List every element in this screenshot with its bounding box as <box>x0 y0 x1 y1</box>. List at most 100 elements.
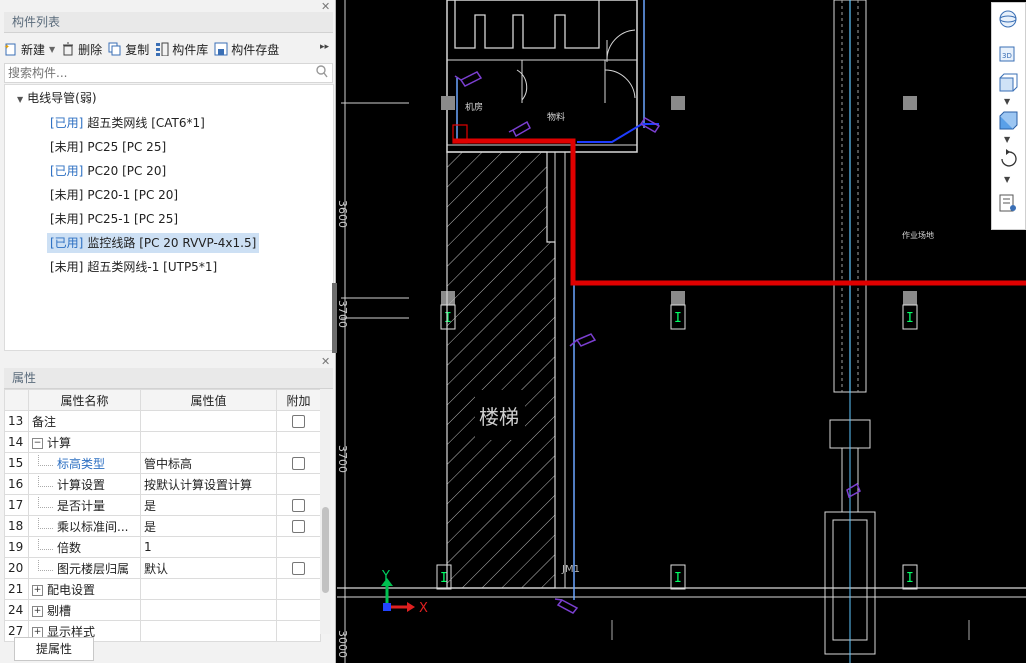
property-row[interactable]: 19 倍数 1 <box>4 536 321 558</box>
chevron-down-icon[interactable]: ▼ <box>49 45 55 54</box>
property-extra-cell <box>276 431 321 453</box>
property-value[interactable]: 默认 <box>140 557 277 579</box>
dim-label-4: 3700 <box>337 445 349 473</box>
property-row[interactable]: 15 标高类型 管中标高 <box>4 452 321 474</box>
property-value[interactable]: 是 <box>140 494 277 516</box>
component-name: 超五类网线 [CAT6*1] <box>87 116 205 130</box>
search-icon[interactable] <box>316 65 328 81</box>
property-name: 计算 <box>47 435 72 450</box>
property-row[interactable]: 16 计算设置 按默认计算设置计算 <box>4 473 321 495</box>
header-name: 属性名称 <box>28 389 141 411</box>
svg-text:✦: ✦ <box>4 43 10 51</box>
row-number: 20 <box>4 557 29 579</box>
orbit-icon[interactable] <box>998 9 1018 29</box>
extra-checkbox[interactable] <box>292 499 305 512</box>
header-num <box>4 389 29 411</box>
component-tree-item[interactable]: [已用] 超五类网线 [CAT6*1] <box>47 113 208 133</box>
component-tree-item[interactable]: [未用] PC25 [PC 25] <box>47 137 169 157</box>
row-number: 13 <box>4 410 29 432</box>
cube-solid-icon[interactable] <box>998 111 1018 131</box>
expand-arrow-icon[interactable]: ▼ <box>17 95 23 104</box>
close-icon[interactable]: ✕ <box>321 355 331 368</box>
property-name-cell: 图元楼层归属 <box>28 557 141 579</box>
expand-icon[interactable]: + <box>32 626 43 638</box>
property-name-cell: + 配电设置 <box>28 578 141 600</box>
property-name-cell: 是否计量 <box>28 494 141 516</box>
extra-checkbox[interactable] <box>292 457 305 470</box>
close-icon[interactable]: ✕ <box>321 0 331 13</box>
delete-button[interactable]: 删除 <box>61 41 102 58</box>
property-name-cell: 标高类型 <box>28 452 141 474</box>
component-list-title-text: 构件列表 <box>12 15 61 29</box>
room-label-2: 物料 <box>547 111 565 123</box>
property-row[interactable]: 17 是否计量 是 <box>4 494 321 516</box>
svg-text:I: I <box>674 571 682 586</box>
tree-root[interactable]: ▼ 电线导管(弱) <box>17 89 97 106</box>
property-row[interactable]: 14− 计算 <box>4 431 321 453</box>
chevron-down-icon[interactable]: ▼ <box>1004 175 1010 184</box>
library-button[interactable]: 构件库 <box>155 41 208 58</box>
rotate-icon[interactable] <box>998 149 1018 169</box>
property-value[interactable] <box>140 599 277 621</box>
cad-canvas[interactable]: 3600 3600 3700 3700 3000 机房 物料 I I I I I… <box>337 0 1026 663</box>
property-extra-cell <box>276 578 321 600</box>
save-component-button[interactable]: 构件存盘 <box>214 41 279 58</box>
layer-settings-icon[interactable] <box>998 193 1018 213</box>
row-number: 24 <box>4 599 29 621</box>
extract-properties-button[interactable]: 提属性 <box>14 637 94 661</box>
left-panel: 构件列表 ✕ ✦ 新建 ▼ 删除 复制 构件库 构件存盘 ▸▸ 搜索构件... … <box>0 0 336 663</box>
chevron-down-icon[interactable]: ▼ <box>1004 97 1010 106</box>
properties-header-row: 属性名称 属性值 附加 <box>4 389 321 411</box>
expand-icon[interactable]: + <box>32 584 43 596</box>
cube-view-icon[interactable] <box>998 73 1018 93</box>
property-name-cell: 计算设置 <box>28 473 141 495</box>
component-tree-item[interactable]: [未用] PC25-1 [PC 25] <box>47 209 181 229</box>
row-number: 18 <box>4 515 29 537</box>
property-row[interactable]: 20 图元楼层归属 默认 <box>4 557 321 579</box>
property-value[interactable] <box>140 578 277 600</box>
property-extra-cell <box>276 452 321 474</box>
property-value[interactable]: 是 <box>140 515 277 537</box>
component-tree-item[interactable]: [未用] 超五类网线-1 [UTP5*1] <box>47 257 220 277</box>
3d-view-icon[interactable]: 3D <box>998 43 1018 63</box>
property-name: 备注 <box>32 414 57 429</box>
properties-scrollbar[interactable] <box>320 389 331 634</box>
header-value: 属性值 <box>140 389 277 411</box>
component-tree-item[interactable]: [未用] PC20-1 [PC 20] <box>47 185 181 205</box>
property-row[interactable]: 13 备注 <box>4 410 321 432</box>
property-row[interactable]: 18 乘以标准间... 是 <box>4 515 321 537</box>
component-status: [未用] <box>50 188 84 202</box>
collapse-icon[interactable]: − <box>32 437 43 449</box>
property-value[interactable]: 按默认计算设置计算 <box>140 473 277 495</box>
property-name-cell: 倍数 <box>28 536 141 558</box>
component-tree-item[interactable]: [已用] 监控线路 [PC 20 RVVP-4x1.5] <box>47 233 260 253</box>
property-value[interactable]: 1 <box>140 536 277 558</box>
component-tree-item[interactable]: [已用] PC20 [PC 20] <box>47 161 169 181</box>
copy-button[interactable]: 复制 <box>108 41 149 58</box>
search-input[interactable] <box>5 64 300 82</box>
property-value[interactable]: 管中标高 <box>140 452 277 474</box>
chevron-down-icon[interactable]: ▼ <box>1004 135 1010 144</box>
extra-checkbox[interactable] <box>292 415 305 428</box>
door-label: JM1 <box>561 564 580 575</box>
svg-text:I: I <box>906 311 914 326</box>
property-name-cell: 乘以标准间... <box>28 515 141 537</box>
component-tree: ▼ 电线导管(弱) [已用] 超五类网线 [CAT6*1] [未用] PC25 [PC … <box>4 84 334 351</box>
component-status: [未用] <box>50 260 84 274</box>
dim-label-2: 3600 <box>337 200 349 228</box>
extra-checkbox[interactable] <box>292 520 305 533</box>
property-value[interactable] <box>140 620 277 642</box>
scrollbar-thumb[interactable] <box>322 507 329 593</box>
new-button[interactable]: ✦ 新建 ▼ <box>4 41 55 58</box>
property-name: 乘以标准间... <box>57 519 129 534</box>
property-row[interactable]: 24 + 剔槽 <box>4 599 321 621</box>
property-value[interactable] <box>140 431 277 453</box>
extra-checkbox[interactable] <box>292 562 305 575</box>
axis-y-label: Y <box>381 569 390 584</box>
more-arrow-icon[interactable]: ▸▸ <box>320 42 329 52</box>
expand-icon[interactable]: + <box>32 605 43 617</box>
tree-connector <box>38 538 53 550</box>
property-row[interactable]: 21 + 配电设置 <box>4 578 321 600</box>
property-value[interactable] <box>140 410 277 432</box>
svg-text:3D: 3D <box>1002 52 1012 60</box>
